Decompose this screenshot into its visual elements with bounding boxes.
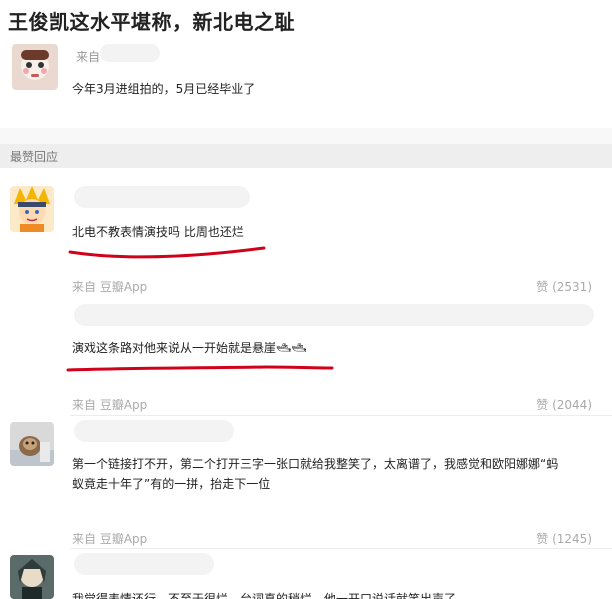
from-label: 来自: [76, 50, 101, 64]
comment-item: 演戏这条路对他来说从一开始就是悬崖🛥🛥 来自 豆瓣App 赞 (2044): [0, 298, 612, 418]
avatar[interactable]: [12, 44, 58, 90]
handdrawn-underline: [68, 246, 266, 259]
section-header: 最赞回应: [0, 144, 612, 168]
handdrawn-underline: [66, 365, 334, 372]
original-post: 来自 今年3月进组拍的，5月已经毕业了: [0, 40, 612, 140]
avatar[interactable]: [10, 186, 54, 232]
post-content: 今年3月进组拍的，5月已经毕业了: [72, 82, 256, 96]
blurred-username: [100, 44, 160, 62]
comment-text-line-2: 蚁竟走十年了”有的一拼，抬走下一位: [72, 477, 271, 491]
comment-item: 第一个链接打不开，第二个打开三字一张口就给我整笑了，太离谱了，我感觉和欧阳娜娜“…: [0, 416, 612, 548]
comment-source: 来自 豆瓣App: [72, 280, 148, 294]
blurred-username: [74, 420, 234, 442]
comment-item: 北电不教表情演技吗 比周也还烂 来自 豆瓣App 赞 (2531): [0, 178, 612, 298]
avatar[interactable]: [10, 422, 54, 466]
like-count[interactable]: 赞 (2531): [536, 278, 592, 295]
section-label: 最赞回应: [10, 150, 59, 164]
comment-text: 演戏这条路对他来说从一开始就是悬崖🛥🛥: [72, 341, 307, 355]
blurred-username: [74, 186, 250, 208]
comment-item: 我觉得表情还行，不至于很烂，台词真的稍烂，他一开口说话就笑出声了: [0, 549, 612, 599]
blurred-username: [74, 553, 214, 575]
page-title: 王俊凯这水平堪称，新北电之耻: [8, 10, 295, 34]
comment-source: 来自 豆瓣App: [72, 398, 148, 412]
comment-text: 我觉得表情还行，不至于很烂，台词真的稍烂，他一开口说话就笑出声了: [72, 592, 457, 599]
comment-source: 来自 豆瓣App: [72, 532, 148, 546]
avatar[interactable]: [10, 555, 54, 599]
blurred-username: [74, 304, 594, 326]
comment-text: 北电不教表情演技吗 比周也还烂: [72, 225, 244, 239]
comment-text-line-1: 第一个链接打不开，第二个打开三字一张口就给我整笑了，太离谱了，我感觉和欧阳娜娜“…: [72, 457, 559, 471]
like-count[interactable]: 赞 (1245): [536, 530, 592, 547]
like-count[interactable]: 赞 (2044): [536, 396, 592, 413]
